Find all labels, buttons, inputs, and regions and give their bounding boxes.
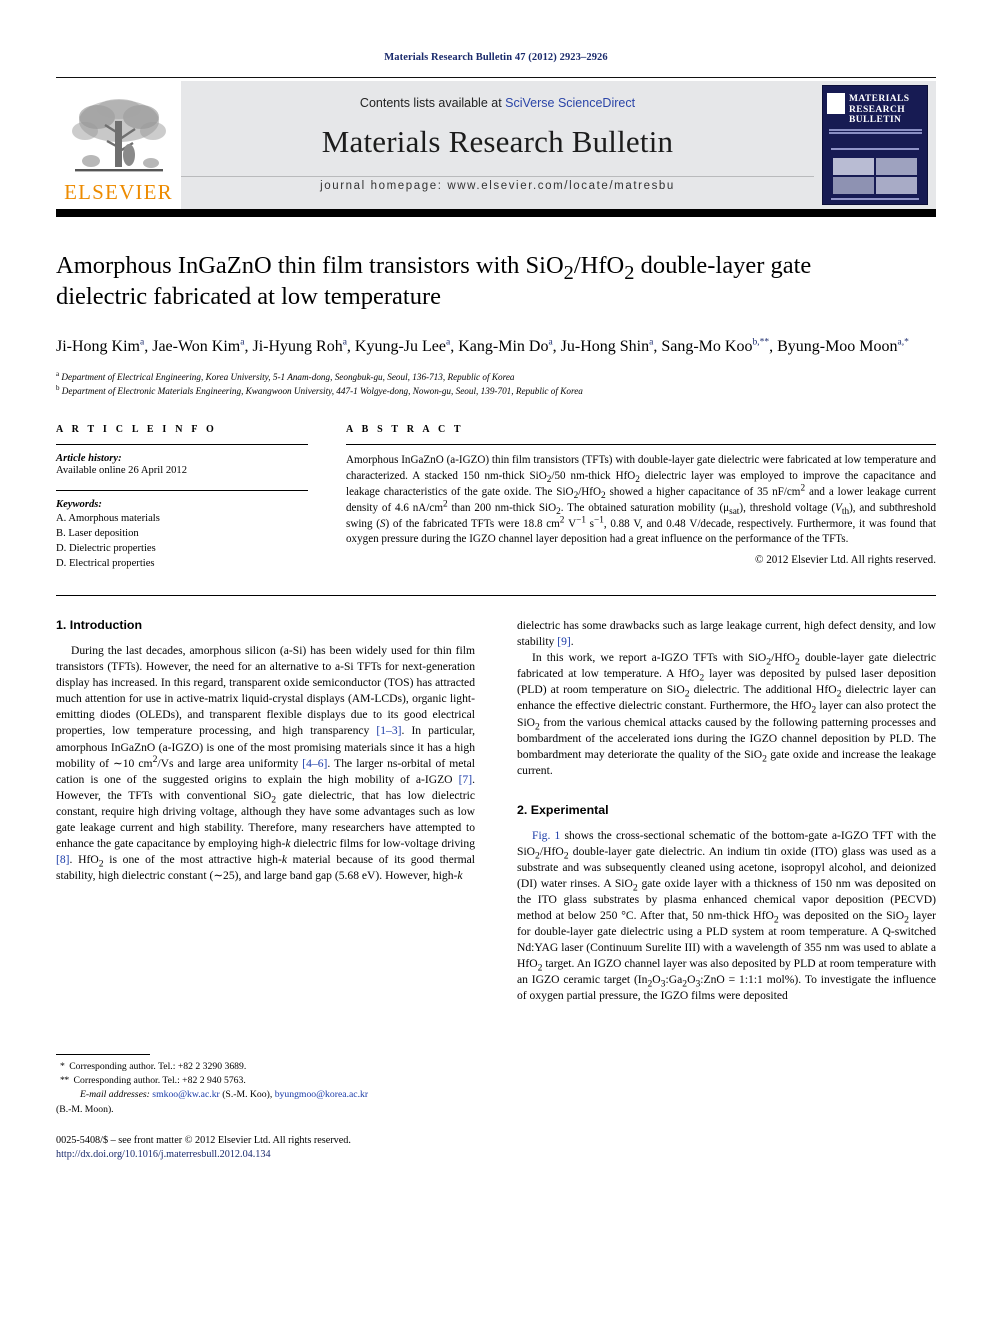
cover-image: MATERIALS RESEARCH BULLETIN bbox=[822, 85, 928, 205]
footnote-emails: E-mail addresses: smkoo@kw.ac.kr (S.-M. … bbox=[80, 1089, 369, 1101]
keyword-item: D. Electrical properties bbox=[56, 558, 155, 570]
right-paragraph-1: In this work, we report a-IGZO TFTs with… bbox=[517, 651, 937, 777]
abstract-rule bbox=[346, 444, 936, 446]
cover-footer-line bbox=[831, 198, 919, 200]
journal-cover-thumbnail: MATERIALS RESEARCH BULLETIN bbox=[814, 81, 936, 209]
title-block: Amorphous InGaZnO thin film transistors … bbox=[56, 217, 936, 398]
contents-prefix: Contents lists available at bbox=[359, 96, 506, 110]
journal-homepage[interactable]: journal homepage: www.elsevier.com/locat… bbox=[181, 176, 814, 194]
section-heading-experimental: 2. Experimental bbox=[517, 802, 609, 817]
footnote-corresponding-1: * Corresponding author. Tel.: +82 2 3290… bbox=[60, 1061, 247, 1073]
cover-divider bbox=[831, 148, 919, 150]
paper-page: Materials Research Bulletin 47 (2012) 29… bbox=[0, 0, 992, 1323]
article-title: Amorphous InGaZnO thin film transistors … bbox=[56, 252, 812, 310]
intro-paragraph-1: During the last decades, amorphous silic… bbox=[56, 644, 476, 882]
body-columns: 1. Introduction During the last decades,… bbox=[56, 618, 936, 1163]
abstract-column: A B S T R A C T Amorphous InGaZnO (a-IGZ… bbox=[346, 424, 936, 571]
doi-link[interactable]: http://dx.doi.org/10.1016/j.materresbull… bbox=[56, 1148, 475, 1163]
author-list: Ji-Hong Kima, Jae-Won Kima, Ji-Hyung Roh… bbox=[56, 337, 909, 355]
header-rule bbox=[56, 77, 936, 78]
abstract-heading: A B S T R A C T bbox=[346, 424, 464, 436]
footnote-block: * Corresponding author. Tel.: +82 2 3290… bbox=[56, 1054, 475, 1163]
email-link-moon[interactable]: byungmoo@korea.ac.kr bbox=[275, 1089, 368, 1100]
body-separator-rule bbox=[56, 595, 936, 597]
experimental-paragraph-1: Fig. 1 shows the cross-sectional schemat… bbox=[517, 828, 936, 1003]
keywords-list: A. Amorphous materials B. Laser depositi… bbox=[56, 511, 308, 571]
article-info-column: A R T I C L E I N F O Article history: A… bbox=[56, 424, 308, 571]
article-info-rule-2 bbox=[56, 490, 308, 492]
masthead-center: Contents lists available at SciVerse Sci… bbox=[181, 81, 814, 209]
article-info-heading: A R T I C L E I N F O bbox=[56, 424, 217, 436]
abstract-copyright: © 2012 Elsevier Ltd. All rights reserved… bbox=[755, 554, 936, 567]
issn-line: 0025-5408/$ – see front matter © 2012 El… bbox=[56, 1134, 351, 1146]
cover-micrographs bbox=[833, 158, 917, 194]
cover-title: MATERIALS RESEARCH BULLETIN bbox=[849, 94, 910, 126]
cover-subtitle-lines bbox=[829, 129, 922, 136]
journal-masthead: ELSEVIER Contents lists available at Sci… bbox=[56, 81, 936, 209]
keyword-item: A. Amorphous materials bbox=[56, 513, 160, 525]
right-paragraph-continued: dielectric has some drawbacks such as la… bbox=[517, 619, 936, 649]
issn-block: 0025-5408/$ – see front matter © 2012 El… bbox=[56, 1134, 475, 1164]
elsevier-tree-icon bbox=[67, 95, 171, 181]
elsevier-logo: ELSEVIER bbox=[56, 81, 181, 209]
keyword-item: B. Laser deposition bbox=[56, 528, 139, 540]
journal-title: Materials Research Bulletin bbox=[321, 124, 674, 159]
footnote-corresponding-2: ** Corresponding author. Tel.: +82 2 940… bbox=[60, 1075, 246, 1087]
abstract-text: Amorphous InGaZnO (a-IGZO) thin film tra… bbox=[346, 454, 937, 546]
footnote-rule bbox=[56, 1054, 150, 1056]
info-abstract-row: A R T I C L E I N F O Article history: A… bbox=[56, 424, 936, 571]
keyword-item: D. Dielectric properties bbox=[56, 543, 156, 555]
affiliation-a: a Department of Electrical Engineering, … bbox=[56, 369, 515, 382]
body-column-left: 1. Introduction During the last decades,… bbox=[56, 618, 475, 1163]
article-history-label: Article history: bbox=[56, 453, 122, 465]
section-heading-introduction: 1. Introduction bbox=[56, 618, 143, 633]
keywords-label: Keywords: bbox=[56, 499, 102, 511]
footnote-email-owner-2: (B.-M. Moon). bbox=[56, 1103, 114, 1115]
elsevier-wordmark: ELSEVIER bbox=[64, 180, 173, 204]
article-info-rule-1 bbox=[56, 444, 308, 446]
body-column-right: dielectric has some drawbacks such as la… bbox=[517, 618, 936, 1163]
affiliation-b: b Department of Electronic Materials Eng… bbox=[56, 383, 583, 396]
cover-publisher-badge bbox=[827, 93, 845, 114]
sciencedirect-link[interactable]: SciVerse ScienceDirect bbox=[505, 96, 635, 110]
running-head: Materials Research Bulletin 47 (2012) 29… bbox=[384, 52, 608, 63]
masthead-black-bar bbox=[56, 209, 936, 217]
article-history-value: Available online 26 April 2012 bbox=[56, 465, 188, 477]
email-link-koo[interactable]: smkoo@kw.ac.kr bbox=[152, 1089, 219, 1100]
contents-available-line: Contents lists available at SciVerse Sci… bbox=[360, 96, 635, 110]
